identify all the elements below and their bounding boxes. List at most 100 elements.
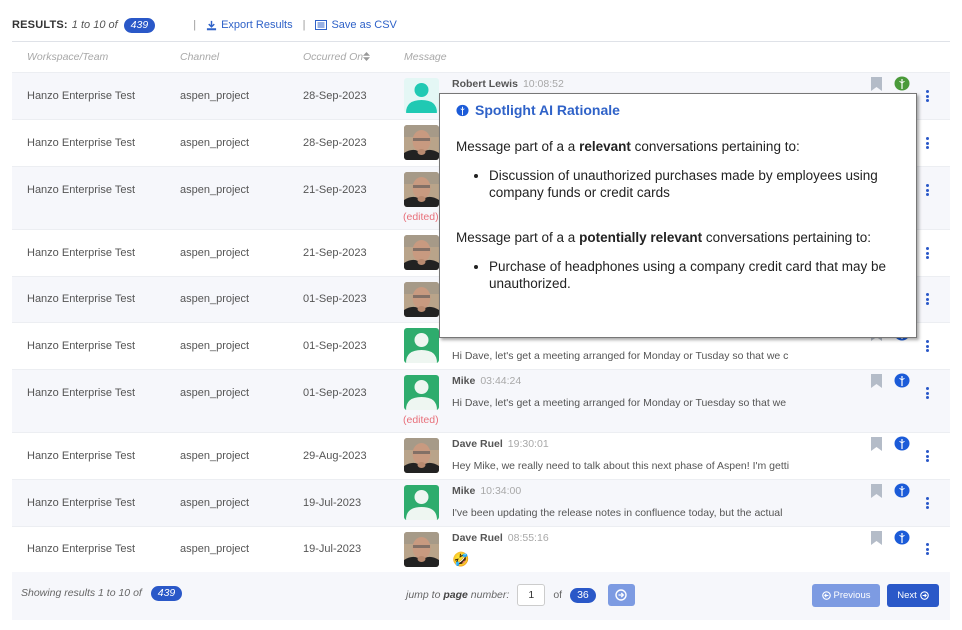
results-toolbar: RESULTS: 1 to 10 of 439 | Export Results… (12, 16, 397, 34)
spotlight-ai-brain-icon[interactable] (894, 76, 910, 94)
table-row[interactable]: Hanzo Enterprise Test aspen_project 19-Jul… (12, 526, 950, 572)
next-label: Next (897, 590, 917, 601)
channel-cell: aspen_project (180, 387, 250, 399)
text: conversations pertaining to: (702, 230, 871, 245)
more-options-icon[interactable] (926, 90, 930, 104)
column-channel[interactable]: Channel (180, 51, 219, 63)
message-time: 19:30:01 (507, 438, 549, 450)
workspace-cell: Hanzo Enterprise Test (27, 450, 136, 462)
channel-cell: aspen_project (180, 247, 250, 259)
workspace-cell: Hanzo Enterprise Test (27, 137, 136, 149)
date-cell: 01-Sep-2023 (303, 293, 367, 305)
column-occurred-on[interactable]: Occurred On (303, 51, 371, 63)
message-text[interactable]: 🤣 (452, 551, 469, 568)
text: page (443, 589, 468, 601)
next-button[interactable]: Next (887, 584, 939, 607)
spotlight-ai-brain-icon[interactable] (894, 530, 910, 548)
message-author: Dave Ruel 08:55:16 (452, 532, 549, 544)
date-cell: 28-Sep-2023 (303, 90, 367, 102)
potentially-relevant-label: potentially relevant (579, 230, 703, 245)
csv-icon (315, 20, 328, 30)
date-cell: 21-Sep-2023 (303, 184, 367, 196)
separator: | (193, 19, 197, 31)
more-options-icon[interactable] (926, 293, 930, 307)
table-row[interactable]: Hanzo Enterprise Test aspen_project 19-Jul… (12, 479, 950, 526)
bookmark-icon[interactable] (871, 374, 882, 391)
more-options-icon[interactable] (926, 543, 930, 557)
message-author: Mike 03:44:24 (452, 375, 521, 387)
message-text[interactable]: Hi Dave, let's get a meeting arranged fo… (452, 397, 786, 409)
channel-cell: aspen_project (180, 184, 250, 196)
bookmark-icon[interactable] (871, 531, 882, 548)
sort-icon[interactable] (363, 52, 371, 61)
divider (12, 41, 950, 42)
bookmark-icon[interactable] (871, 437, 882, 454)
save-csv-link[interactable]: Save as CSV (315, 19, 397, 31)
message-text[interactable]: Hi Dave, let's get a meeting arranged fo… (452, 350, 788, 362)
popup-title-text: Spotlight AI Rationale (475, 102, 620, 118)
text: conversations pertaining to: (630, 139, 800, 154)
topic-item: Purchase of headphones using a company c… (489, 258, 900, 292)
previous-button[interactable]: Previous (812, 584, 880, 607)
spotlight-ai-brain-icon[interactable] (894, 373, 910, 391)
of-label: of (553, 589, 563, 601)
channel-cell: aspen_project (180, 90, 250, 102)
author-name: Mike (452, 485, 476, 497)
page-number-input[interactable] (517, 584, 546, 606)
more-options-icon[interactable] (926, 450, 930, 464)
table-header: Workspace/Team Channel Occurred On Messa… (12, 48, 950, 66)
date-cell: 29-Aug-2023 (303, 450, 367, 462)
more-options-icon[interactable] (926, 137, 930, 151)
table-row[interactable]: Hanzo Enterprise Test aspen_project 01-Sep… (12, 369, 950, 432)
text: Message part of a a (456, 139, 580, 154)
avatar (404, 282, 439, 317)
author-name: Dave Ruel (452, 438, 503, 450)
jump-label: jump to page number: (406, 589, 509, 601)
workspace-cell: Hanzo Enterprise Test (27, 387, 136, 399)
column-workspace[interactable]: Workspace/Team (27, 51, 108, 63)
more-options-icon[interactable] (926, 497, 930, 511)
more-options-icon[interactable] (926, 340, 930, 354)
topic-item: Discussion of unauthorized purchases mad… (489, 167, 900, 201)
channel-cell: aspen_project (180, 450, 250, 462)
message-time: 08:55:16 (507, 532, 549, 544)
text: number: (467, 589, 510, 601)
go-to-page-button[interactable] (607, 584, 635, 606)
arrow-circle-left-icon (821, 591, 831, 600)
popup-relevant-paragraph: Message part of a a relevant conversatio… (456, 138, 900, 155)
avatar (404, 375, 439, 410)
relevant-label: relevant (579, 139, 631, 154)
more-options-icon[interactable] (926, 247, 930, 261)
page-count-badge: 36 (570, 587, 596, 603)
avatar (404, 235, 439, 270)
pagination-footer: Showing results 1 to 10 of 439 jump to p… (12, 572, 950, 620)
table-row[interactable]: Hanzo Enterprise Test aspen_project 29-Aug… (12, 432, 950, 479)
message-author: Robert Lewis 10:08:52 (452, 78, 564, 90)
column-message[interactable]: Message (404, 51, 447, 63)
message-text[interactable]: I've been updating the release notes in … (452, 507, 782, 519)
message-time: 10:08:52 (522, 78, 564, 90)
jump-to-page: jump to page number: of 36 (406, 584, 635, 606)
bookmark-icon[interactable] (871, 484, 882, 501)
avatar (404, 485, 439, 520)
arrow-circle-right-icon (919, 591, 929, 600)
brain-icon (456, 104, 469, 116)
avatar (404, 328, 439, 363)
edited-label: (edited) (403, 414, 439, 426)
more-options-icon[interactable] (926, 184, 930, 198)
message-text[interactable]: Hey Mike, we really need to talk about t… (452, 460, 789, 472)
save-csv-label: Save as CSV (331, 19, 397, 31)
export-results-link[interactable]: Export Results (206, 19, 293, 31)
spotlight-ai-brain-icon[interactable] (894, 483, 910, 501)
bookmark-icon[interactable] (871, 77, 882, 94)
channel-cell: aspen_project (180, 137, 250, 149)
avatar (404, 125, 439, 160)
channel-cell: aspen_project (180, 293, 250, 305)
workspace-cell: Hanzo Enterprise Test (27, 497, 136, 509)
more-options-icon[interactable] (926, 387, 930, 401)
results-range: 1 to 10 of (71, 19, 118, 31)
text: Message part of a a (456, 230, 580, 245)
potentially-relevant-topics-list: Purchase of headphones using a company c… (489, 258, 900, 292)
date-cell: 19-Jul-2023 (303, 497, 362, 509)
spotlight-ai-brain-icon[interactable] (894, 436, 910, 454)
